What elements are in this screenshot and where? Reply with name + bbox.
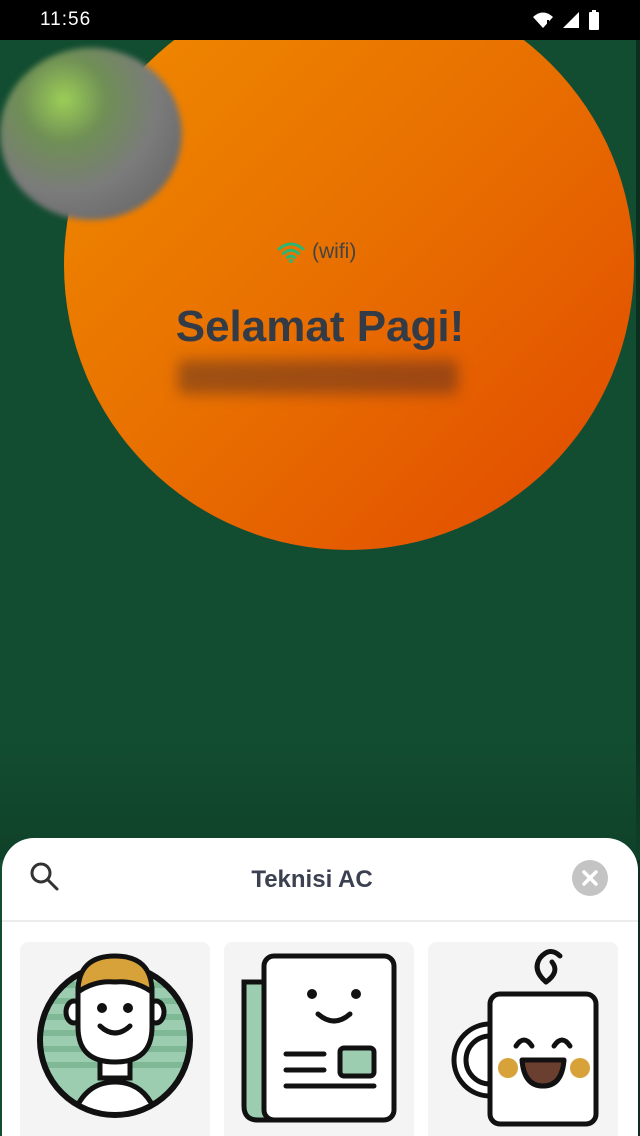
signal-icon xyxy=(563,12,579,28)
newspaper-illustration-icon xyxy=(241,953,397,1123)
search-sheet: Teknisi AC xyxy=(2,838,638,1136)
close-icon xyxy=(582,870,598,886)
category-tile[interactable] xyxy=(20,942,210,1136)
status-time: 11:56 xyxy=(40,9,92,30)
user-name-redacted xyxy=(178,360,458,394)
wifi-icon xyxy=(533,12,553,28)
connection-status: (wifi) xyxy=(276,240,356,264)
person-illustration-icon xyxy=(37,953,193,1118)
category-tile[interactable] xyxy=(428,942,618,1136)
clear-search-button[interactable] xyxy=(572,860,608,896)
status-icons xyxy=(532,10,600,30)
search-icon[interactable] xyxy=(28,860,60,892)
status-bar: 11:56 xyxy=(0,0,640,40)
greeting-title: Selamat Pagi! xyxy=(175,302,465,351)
wifi-icon xyxy=(277,242,305,263)
app-screen: 11:56 (wifi) Selamat Pagi! Teknisi AC xyxy=(0,0,640,1136)
search-input[interactable]: Teknisi AC xyxy=(152,866,472,894)
search-bar: Teknisi AC xyxy=(2,838,638,922)
avatar[interactable] xyxy=(0,48,182,220)
category-tile[interactable] xyxy=(224,942,414,1136)
coffee-mug-illustration-icon xyxy=(451,949,599,1127)
connection-label: (wifi) xyxy=(312,240,357,263)
battery-icon xyxy=(589,10,599,30)
